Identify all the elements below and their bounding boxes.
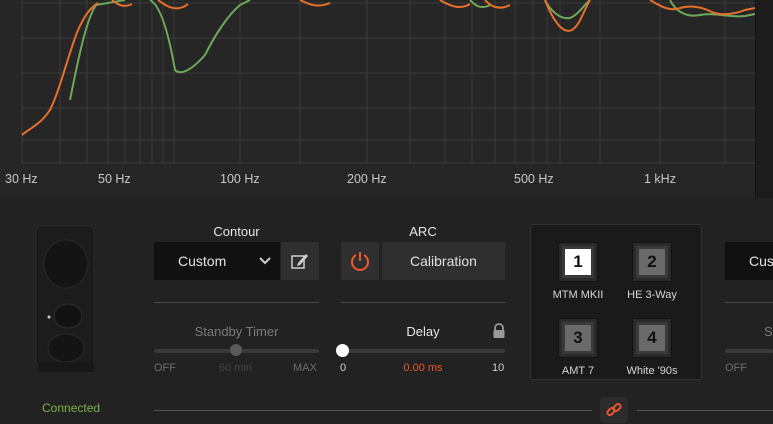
presets-panel <box>530 224 702 380</box>
orange-curve <box>21 0 755 136</box>
link-line-right <box>637 410 773 411</box>
freq-label-50hz: 50 Hz <box>98 172 131 186</box>
edit-icon <box>291 254 308 269</box>
standby-value: 60 min <box>219 362 253 374</box>
preset-number-1: 1 <box>565 249 591 275</box>
right-select-fragment: Cus <box>749 253 773 269</box>
link-line-left <box>154 410 592 411</box>
contour-select[interactable]: Custom <box>154 242 280 280</box>
arc-power-button[interactable] <box>341 242 379 280</box>
standby-timer-slider-thumb[interactable] <box>230 344 242 356</box>
preset-key-1[interactable]: 1 <box>558 242 598 282</box>
right-off-label: OFF <box>725 362 747 374</box>
link-icon <box>606 402 622 417</box>
contour-select-value: Custom <box>178 253 227 269</box>
delay-max-label: 10 <box>492 362 505 374</box>
freq-label-1khz: 1 kHz <box>644 172 676 186</box>
freq-label-30hz: 30 Hz <box>5 172 38 186</box>
contour-divider <box>154 302 319 303</box>
preset-number-4: 4 <box>639 325 665 351</box>
calibration-button[interactable]: Calibration <box>382 242 505 280</box>
delay-title: Delay <box>406 324 440 339</box>
preset-number-3: 3 <box>565 325 591 351</box>
freq-label-200hz: 200 Hz <box>347 172 387 186</box>
right-divider <box>725 302 773 303</box>
preset-number-2: 2 <box>639 249 665 275</box>
frequency-response-graph: 30 Hz 50 Hz 100 Hz 200 Hz 500 Hz 1 kHz <box>0 0 755 198</box>
chevron-down-icon <box>259 257 271 265</box>
right-title-fragment: S <box>764 324 773 339</box>
standby-off-label: OFF <box>154 362 176 374</box>
green-curve <box>69 0 755 101</box>
control-panel: Connected Contour Custom ARC Calibration… <box>0 198 773 424</box>
power-icon <box>351 252 369 271</box>
preset-label-4: White '90s <box>626 365 678 377</box>
calibration-label: Calibration <box>410 253 477 269</box>
link-button[interactable] <box>600 397 628 423</box>
contour-edit-button[interactable] <box>281 242 319 280</box>
freq-label-100hz: 100 Hz <box>220 172 260 186</box>
right-contour-select[interactable]: Cus <box>725 242 773 280</box>
contour-title: Contour <box>213 224 260 239</box>
connection-status-text: Connected <box>42 401 101 415</box>
preset-label-1: MTM MKII <box>552 289 604 301</box>
preset-key-4[interactable]: 4 <box>632 318 672 358</box>
standby-max-label: MAX <box>293 362 317 374</box>
arc-divider <box>341 302 505 303</box>
freq-label-500hz: 500 Hz <box>514 172 554 186</box>
preset-label-3: AMT 7 <box>561 365 595 377</box>
delay-slider-thumb[interactable] <box>336 344 349 357</box>
delay-value: 0.00 ms <box>403 362 443 374</box>
preset-label-2: HE 3-Way <box>627 289 677 301</box>
graph-side-strip <box>755 0 773 198</box>
preset-key-3[interactable]: 3 <box>558 318 598 358</box>
speaker-image <box>35 225 95 372</box>
standby-timer-title: Standby Timer <box>194 324 279 339</box>
arc-title: ARC <box>409 224 437 239</box>
delay-slider-track[interactable] <box>341 349 505 353</box>
preset-key-2[interactable]: 2 <box>632 242 672 282</box>
right-slider-track[interactable] <box>725 349 773 353</box>
lock-icon[interactable] <box>492 323 506 339</box>
connection-status: Connected <box>42 401 100 415</box>
graph-canvas <box>21 0 755 164</box>
